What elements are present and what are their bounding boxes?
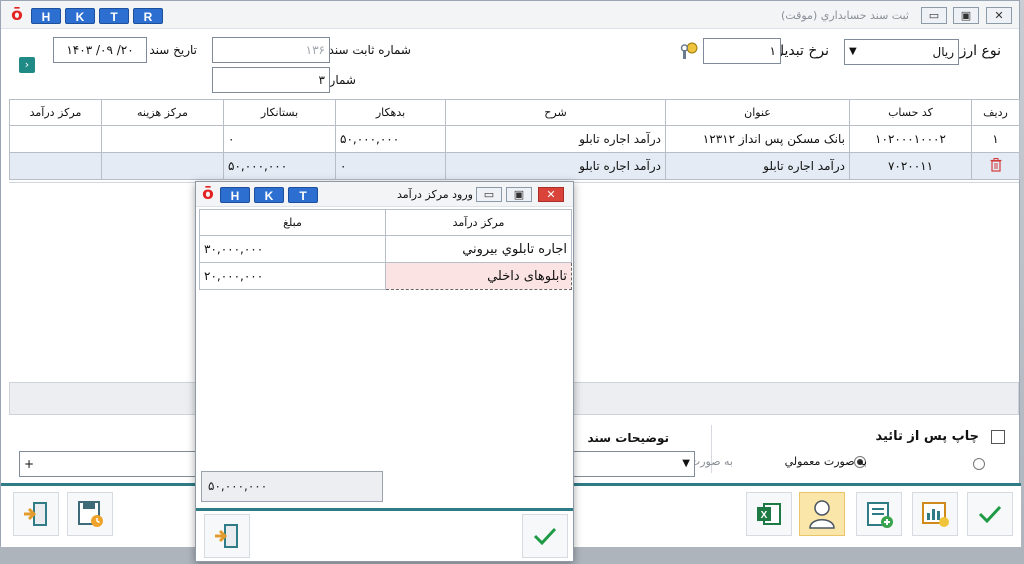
print-after-confirm-label: چاپ پس از تائيد — [875, 429, 979, 444]
debit-cell[interactable]: ۰ — [335, 152, 446, 180]
rate-label: نرخ تبديل — [773, 43, 829, 59]
report-button[interactable] — [912, 492, 958, 536]
dialog-title: ورود مرکز درآمد — [396, 188, 473, 201]
chevron-right-icon[interactable]: › — [19, 57, 35, 73]
rate-input[interactable]: ١ — [703, 38, 781, 64]
income-center-name[interactable]: تابلوهای داخلي — [385, 262, 572, 290]
dialog-hkt-buttons: H K T — [220, 187, 318, 203]
r-button[interactable]: R — [133, 8, 163, 24]
svg-text:X: X — [761, 510, 768, 521]
user-button[interactable] — [799, 492, 845, 536]
detail-radio[interactable] — [973, 458, 985, 470]
line-desc[interactable]: درآمد اجاره تابلو — [445, 152, 666, 180]
income-center-table: مرکز درآمد مبلغ اجاره تابلوي بيروني ۳۰,۰… — [199, 209, 572, 290]
app-logo-icon: ō — [11, 5, 23, 25]
col-row[interactable]: رديف — [971, 99, 1020, 126]
list-add-icon — [867, 502, 893, 528]
income-center-cell[interactable] — [9, 152, 102, 180]
income-center-dialog: ō H K T ورود مرکز درآمد ▭ ▣ ✕ مرکز درآمد… — [195, 181, 574, 562]
account-code[interactable]: ١٠٢٠٠٠١٠٠٠٢ — [849, 125, 972, 153]
dialog-toolbar-divider — [196, 508, 573, 511]
hktr-buttons: H K T R — [31, 8, 163, 24]
app-logo-icon: ō — [202, 184, 214, 204]
col-credit[interactable]: بستانکار — [223, 99, 336, 126]
account-code[interactable]: ۷۰۲۰۰۱۱ — [849, 152, 972, 180]
dialog-total: ۵۰,۰۰۰,۰۰۰ — [201, 471, 383, 502]
tools-icon[interactable] — [679, 41, 699, 61]
k-button[interactable]: K — [254, 187, 284, 203]
t-button[interactable]: T — [288, 187, 318, 203]
document-lines-table: رديف کد حساب عنوان شرح بدهکار بستانکار م… — [9, 99, 1020, 180]
second-no-input[interactable]: ۳ — [212, 67, 330, 93]
debit-cell[interactable]: ۵۰,۰۰۰,۰۰۰ — [335, 125, 446, 153]
exit-door-icon — [215, 524, 238, 548]
doc-desc-label: توضيحات سند — [587, 431, 669, 445]
income-center-name[interactable]: اجاره تابلوي بيروني — [385, 235, 572, 263]
doc-date-input[interactable]: ۱۴۰۳ /۰۹ /۲۰ — [53, 37, 147, 63]
col-desc[interactable]: شرح — [445, 99, 666, 126]
h-button[interactable]: H — [31, 8, 61, 24]
prev-doc-input[interactable]: ١٣۶ — [212, 37, 330, 63]
chart-report-icon — [922, 502, 949, 527]
add-row-button[interactable] — [856, 492, 902, 536]
dialog-maximize-button[interactable]: ▣ — [506, 187, 532, 202]
dialog-close-button[interactable]: ✕ — [538, 187, 564, 202]
currency-label: نوع ارز — [959, 43, 1001, 59]
col-debit[interactable]: بدهکار — [335, 99, 446, 126]
exit-door-icon — [24, 502, 47, 526]
cost-center-cell[interactable] — [101, 125, 224, 153]
excel-export-button[interactable]: X — [746, 492, 792, 536]
chevron-down-icon: ▼ — [682, 458, 690, 469]
credit-cell[interactable]: ۰ — [223, 125, 336, 153]
maximize-button[interactable]: ▣ — [953, 7, 979, 24]
t-button[interactable]: T — [99, 8, 129, 24]
income-amount[interactable]: ۲۰,۰۰۰,۰۰۰ — [199, 262, 386, 290]
checkmark-icon — [978, 505, 1002, 524]
doc-desc-value: + — [24, 457, 35, 471]
col-title[interactable]: عنوان — [665, 99, 850, 126]
line-desc[interactable]: درآمد اجاره تابلو — [445, 125, 666, 153]
row-number: ١ — [971, 125, 1020, 153]
dialog-exit-button[interactable] — [204, 514, 250, 558]
print-after-confirm-checkbox[interactable] — [991, 430, 1005, 444]
currency-value: ريال — [932, 45, 954, 59]
dialog-minimize-button[interactable]: ▭ — [476, 187, 502, 202]
table-row[interactable]: اجاره تابلوي بيروني ۳۰,۰۰۰,۰۰۰ — [199, 235, 572, 263]
h-button[interactable]: H — [220, 187, 250, 203]
credit-cell[interactable]: ۵۰,۰۰۰,۰۰۰ — [223, 152, 336, 180]
table-row[interactable]: تابلوهای داخلي ۲۰,۰۰۰,۰۰۰ — [199, 262, 572, 290]
chevron-down-icon: ▼ — [849, 46, 857, 57]
minimize-button[interactable]: ▭ — [921, 7, 947, 24]
income-center-cell[interactable] — [9, 125, 102, 153]
table-row[interactable]: ١ ١٠٢٠٠٠١٠٠٠٢ بانک مسکن پس انداز ١٢٣١٢ د… — [9, 125, 1020, 153]
save-clock-icon — [78, 501, 103, 527]
close-button[interactable]: ✕ — [986, 7, 1012, 24]
user-icon — [809, 500, 835, 529]
exit-button[interactable] — [13, 492, 59, 536]
delete-row-cell[interactable] — [971, 152, 1020, 180]
account-title[interactable]: بانک مسکن پس انداز ١٢٣١٢ — [665, 125, 850, 153]
col-income-center[interactable]: مرکز درآمد — [9, 99, 102, 126]
confirm-button[interactable] — [967, 492, 1013, 536]
table-row[interactable]: ۷۰۲۰۰۱۱ درآمد اجاره تابلو درآمد اجاره تا… — [9, 152, 1020, 180]
income-amount[interactable]: ۳۰,۰۰۰,۰۰۰ — [199, 235, 386, 263]
excel-icon: X — [757, 503, 781, 525]
col-code[interactable]: کد حساب — [849, 99, 972, 126]
title-bar: ō H K T R ثبت سند حسابداري (موقت) ▭ ▣ ✕ — [1, 1, 1019, 29]
doc-date-label: تاريخ سند — [149, 43, 197, 57]
currency-select[interactable]: ريال ▼ — [844, 39, 959, 65]
dialog-title-bar: ō H K T ورود مرکز درآمد ▭ ▣ ✕ — [196, 182, 573, 207]
account-title[interactable]: درآمد اجاره تابلو — [665, 152, 850, 180]
k-button[interactable]: K — [65, 8, 95, 24]
cost-center-cell[interactable] — [101, 152, 224, 180]
dialog-confirm-button[interactable] — [522, 514, 568, 558]
col-amount[interactable]: مبلغ — [199, 209, 386, 236]
save-draft-button[interactable] — [67, 492, 113, 536]
checkmark-icon — [533, 527, 557, 546]
window-title: ثبت سند حسابداري (موقت) — [781, 9, 909, 22]
trash-icon[interactable] — [990, 157, 1002, 172]
col-income-center[interactable]: مرکز درآمد — [385, 209, 572, 236]
col-cost-center[interactable]: مرکز هزينه — [101, 99, 224, 126]
normal-radio-label: به صورت معمولي — [784, 455, 867, 468]
